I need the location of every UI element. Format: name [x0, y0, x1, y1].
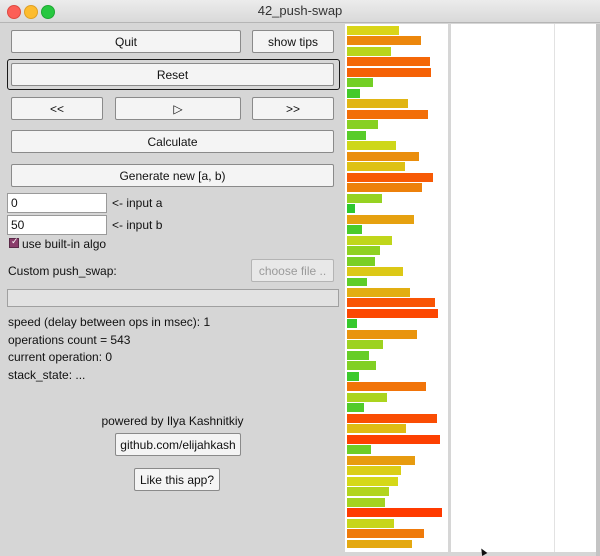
custom-path-field[interactable]	[7, 289, 339, 307]
stack-a-bar	[347, 424, 407, 434]
stack-a-bar	[347, 172, 434, 182]
stack-a-bar	[347, 26, 400, 35]
stack-a-bar	[347, 141, 396, 151]
stack-a-bar	[347, 246, 380, 256]
stack-a-bar	[347, 256, 375, 266]
panel-divider	[554, 24, 555, 552]
choose-file-button[interactable]: choose file ..	[251, 259, 334, 282]
stack-a-bar	[347, 361, 377, 371]
stack-a-bar	[347, 193, 382, 203]
github-link-button[interactable]: github.com/elijahkash	[115, 433, 241, 456]
input-a-label: <- input a	[112, 196, 163, 210]
stack-a-bar	[347, 508, 442, 518]
stack-a-bar	[347, 445, 371, 455]
stack-a-bar	[347, 151, 419, 161]
builtin-algo-label: use built-in algo	[22, 237, 107, 251]
show-tips-button[interactable]: show tips	[252, 30, 334, 53]
stack-a-bar	[347, 298, 435, 308]
step-forward-button[interactable]: >>	[252, 97, 334, 120]
stack-a-bar	[347, 109, 428, 119]
stack-a-bar	[347, 371, 359, 381]
input-a-field[interactable]: 0	[7, 193, 107, 213]
stack-a-bar	[347, 57, 430, 67]
stack-a-bar	[347, 476, 398, 486]
play-button[interactable]: ▷	[115, 97, 241, 120]
stack-a-bar	[347, 308, 439, 318]
stack-a-bar	[347, 329, 418, 339]
window-edge	[596, 24, 600, 556]
stack-a-bar	[347, 277, 368, 287]
stack-a-bar	[347, 267, 403, 276]
stack-a-bar	[347, 350, 370, 360]
custom-pushswap-label: Custom push_swap:	[8, 264, 117, 278]
stack-a-bar	[347, 288, 411, 297]
stack-a-bar	[347, 183, 423, 193]
stack-a-bar	[347, 214, 414, 224]
checkmark-icon: ✓	[11, 236, 19, 246]
speed-text: speed (delay between ops in msec): 1	[8, 315, 211, 329]
stack-a-bar	[347, 539, 412, 549]
reset-button[interactable]: Reset	[11, 63, 334, 86]
stack-a-bar	[347, 162, 405, 172]
stack-a-bar	[347, 225, 363, 235]
stack-a-bar	[347, 466, 402, 476]
like-app-button[interactable]: Like this app?	[134, 468, 220, 491]
stack-a-bar	[347, 340, 384, 350]
stack-state-text: stack_state: ...	[8, 368, 86, 382]
quit-button[interactable]: Quit	[11, 30, 241, 53]
title-bar: 42_push-swap	[0, 0, 600, 23]
app-window: 42_push-swap Quit show tips Reset << ▷ >…	[0, 0, 600, 556]
stack-a-bar	[347, 319, 357, 329]
stack-a-bar	[347, 204, 355, 214]
stack-a-panel	[345, 24, 448, 552]
stack-a-bar	[347, 46, 391, 56]
operations-count-text: operations count = 543	[8, 333, 131, 347]
stack-a-bar	[347, 487, 389, 497]
stack-a-bar	[347, 130, 366, 140]
stack-a-bar	[347, 78, 373, 88]
window-title: 42_push-swap	[257, 3, 343, 18]
stack-a-bar	[347, 518, 395, 528]
current-operation-text: current operation: 0	[8, 350, 113, 364]
builtin-algo-checkbox[interactable]: ✓	[9, 236, 19, 248]
stack-a-bar	[347, 36, 421, 46]
powered-by-text: powered by Ilya Kashnitkiy	[101, 414, 244, 428]
stack-a-bar	[347, 392, 387, 402]
stack-a-bar	[347, 235, 393, 245]
stack-a-bar	[347, 529, 425, 538]
stack-a-bar	[347, 413, 437, 423]
generate-button[interactable]: Generate new [a, b)	[11, 164, 334, 187]
stack-a-bar	[347, 382, 427, 392]
stack-a-bar	[347, 120, 379, 130]
stack-a-bar	[347, 99, 409, 109]
step-back-button[interactable]: <<	[11, 97, 103, 120]
stack-a-bar	[347, 67, 432, 77]
stack-a-bar	[347, 434, 441, 444]
stack-b-panel	[451, 24, 596, 552]
stack-a-bars	[347, 26, 446, 550]
stack-a-bar	[347, 455, 416, 465]
stack-a-bar	[347, 88, 361, 98]
stack-a-bar	[347, 403, 364, 413]
input-b-field[interactable]: 50	[7, 215, 107, 235]
input-b-label: <- input b	[112, 218, 163, 232]
calculate-button[interactable]: Calculate	[11, 130, 334, 153]
stack-a-bar	[347, 497, 386, 507]
